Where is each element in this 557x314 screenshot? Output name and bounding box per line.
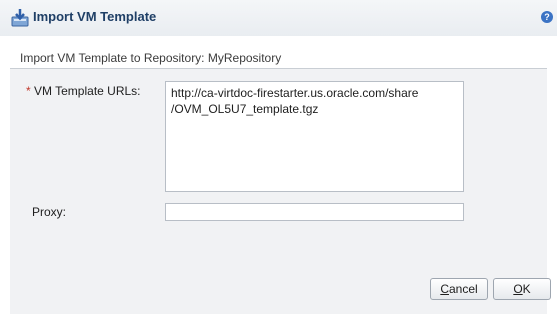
vm-template-urls-textarea[interactable]: http://ca-virtdoc-firestarter.us.oracle.… bbox=[165, 81, 464, 192]
vm-template-urls-label: * VM Template URLs: bbox=[26, 84, 141, 98]
ok-accelerator: O bbox=[513, 282, 523, 296]
proxy-input[interactable] bbox=[165, 203, 464, 221]
dialog-titlebar: Import VM Template ? bbox=[0, 0, 557, 36]
ok-label: K bbox=[522, 282, 531, 296]
vm-template-urls-label-text: VM Template URLs: bbox=[34, 84, 141, 98]
url-line: /OVM_OL5U7_template.tgz bbox=[171, 102, 319, 116]
url-line: http://ca-virtdoc-firestarter.us.oracle.… bbox=[171, 86, 419, 100]
help-icon[interactable]: ? bbox=[541, 11, 553, 23]
ok-button[interactable]: OK bbox=[493, 278, 551, 300]
cancel-button[interactable]: Cancel bbox=[430, 278, 488, 300]
import-vm-template-dialog: Import VM Template ? Import VM Template … bbox=[0, 0, 557, 314]
import-template-icon bbox=[11, 9, 29, 27]
required-marker: * bbox=[26, 84, 31, 98]
dialog-title: Import VM Template bbox=[33, 9, 157, 24]
dialog-subtitle: Import VM Template to Repository: MyRepo… bbox=[20, 51, 282, 65]
proxy-label: Proxy: bbox=[32, 205, 67, 219]
cancel-accelerator: C bbox=[440, 282, 449, 296]
cancel-label: ancel bbox=[448, 282, 478, 296]
